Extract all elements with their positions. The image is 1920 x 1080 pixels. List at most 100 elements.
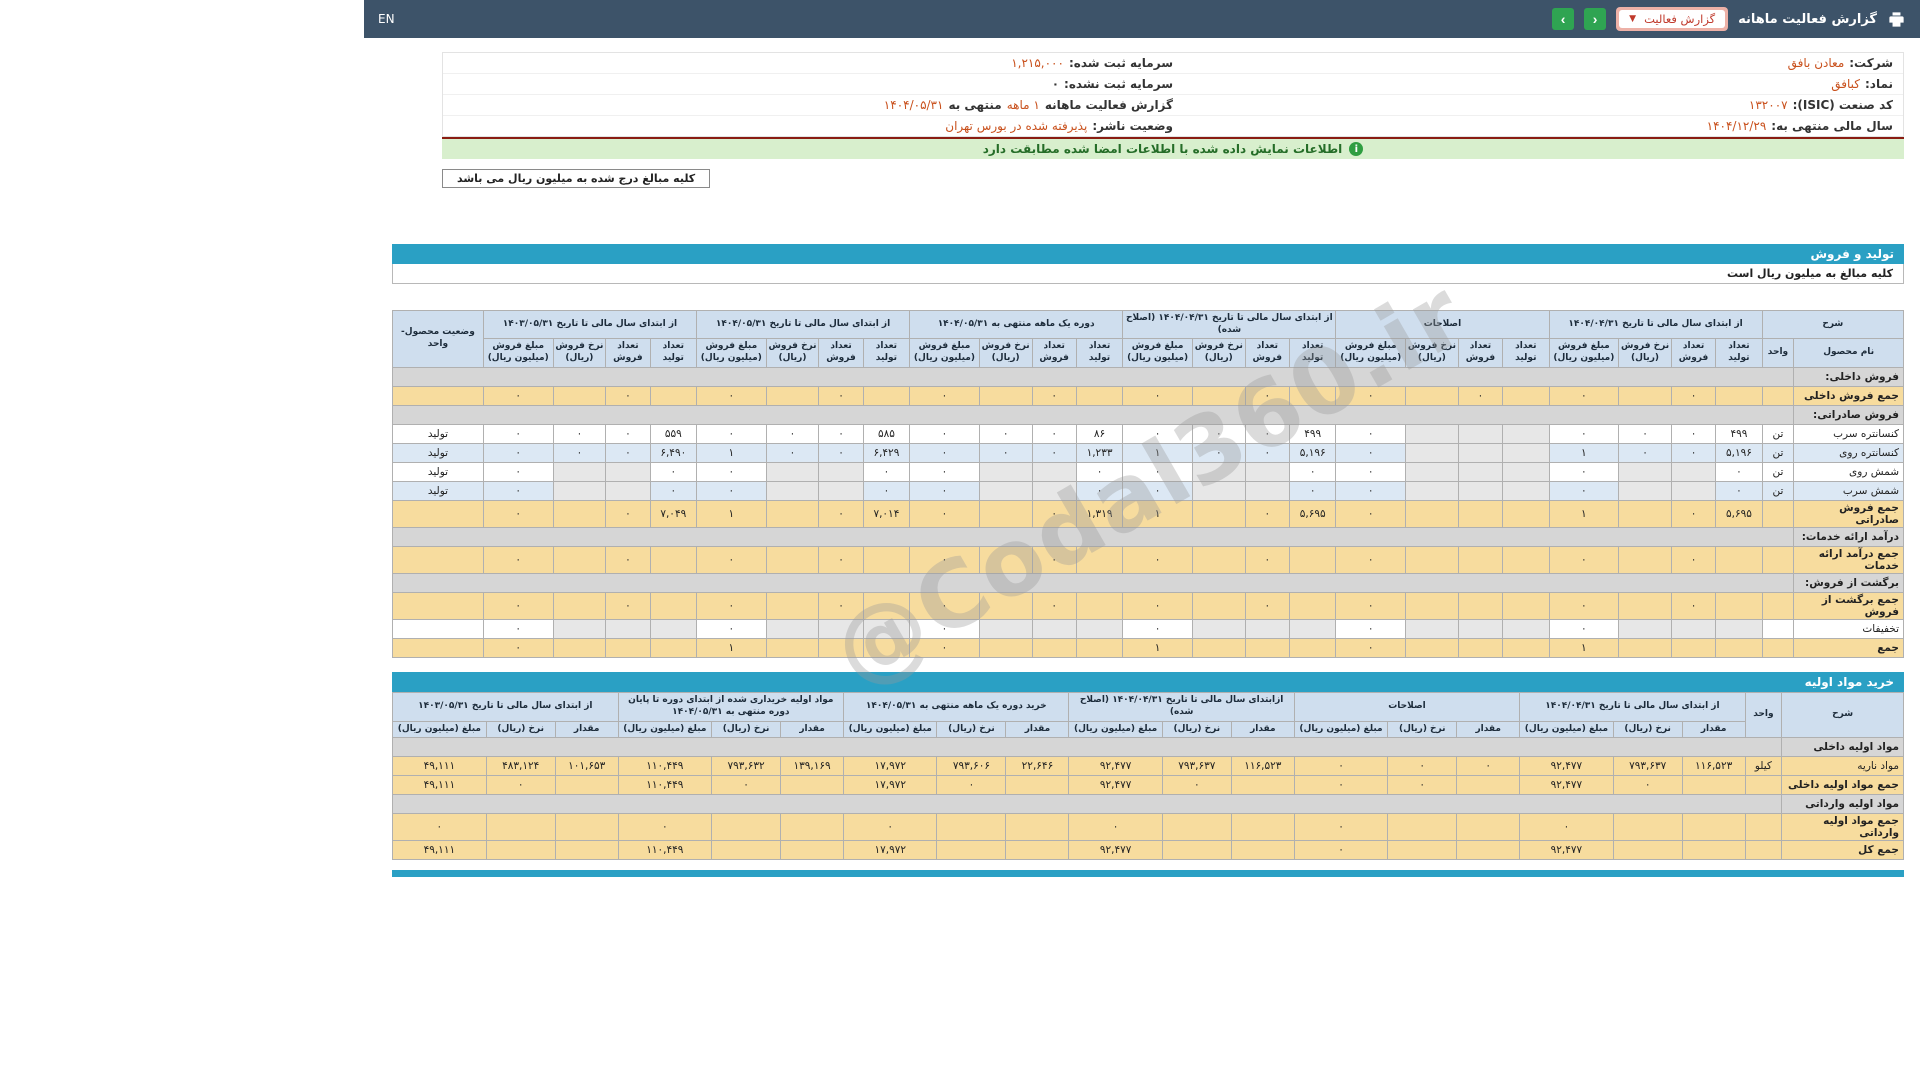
value-cell [552, 619, 607, 640]
value-cell [554, 840, 619, 861]
column-subheader: مقدار [1005, 720, 1070, 739]
info-value: ۱۴۰۴/۰۵/۳۱ [883, 98, 944, 112]
info-value: ۱,۲۱۵,۰۰۰ [1011, 56, 1064, 70]
value-cell: ۰ [818, 499, 864, 528]
prev-report-button[interactable]: ‹ [1584, 8, 1607, 30]
info-cell-right: کد صنعت (ISIC): ۱۳۲۰۰۷ [1173, 98, 1893, 112]
value-cell [862, 591, 911, 621]
value-cell: ۰ [1244, 499, 1290, 528]
value-cell [1191, 545, 1246, 575]
value-cell [552, 499, 607, 528]
value-cell: ۶,۴۹۰ [649, 442, 698, 463]
value-cell: ۰ [482, 423, 554, 444]
value-cell: ۰ [482, 619, 554, 640]
page-title: گزارش فعالیت ماهانه [1738, 11, 1877, 27]
value-cell: ۰ [909, 591, 980, 621]
value-cell [1681, 775, 1746, 796]
value-cell [1031, 638, 1077, 659]
value-cell: ۱۱۰,۴۴۹ [617, 840, 713, 861]
value-cell [1457, 423, 1504, 444]
value-cell [1387, 813, 1458, 842]
next-report-button[interactable]: › [1552, 8, 1575, 30]
report-type-select[interactable]: گزارش فعالیت ▼ [1616, 7, 1729, 31]
column-subheader: مبلغ فروش (میلیون ریال) [482, 338, 554, 368]
value-cell [605, 619, 651, 640]
status-cell: تولید [392, 423, 484, 444]
section-spacer [391, 366, 1795, 387]
value-cell: ۸۶ [1075, 423, 1124, 444]
report-select-value: گزارش فعالیت [1644, 12, 1716, 26]
value-cell: ۰ [1335, 385, 1407, 406]
value-cell [1031, 480, 1077, 501]
info-value: معادن بافق [1787, 56, 1845, 70]
table-row: مواد ناریه کیلو ۱۱۶,۵۲۳ ۷۹۳,۶۳۷ ۹۲,۴۷۷ ۰ ۰ ۰ ۱۱۶… [392, 756, 1904, 777]
value-cell: ۰ [1244, 442, 1290, 463]
value-cell [1075, 619, 1124, 640]
value-cell [1670, 619, 1717, 640]
value-cell: ۰ [909, 385, 980, 406]
value-cell [1005, 775, 1070, 796]
table-row: کنسانتره سرب تن ۴۹۹ ۰ ۰ ۰ ۰ ۴۹۹ ۰ ۰ ۰ ۸۶ ۰ ۰ ۰ ۵۸۵ ۰ ۰ ۰ ۵۵… [392, 423, 1904, 444]
value-cell [649, 638, 698, 659]
value-cell: ۰ [1244, 423, 1290, 444]
value-cell [1457, 545, 1504, 575]
value-cell: ۰ [1548, 385, 1620, 406]
value-cell: ۱,۳۱۹ [1075, 499, 1124, 528]
value-cell: ۰ [1715, 480, 1763, 501]
value-cell: ۱۱۰,۴۴۹ [617, 756, 713, 777]
value-cell: ۰ [1387, 775, 1458, 796]
value-cell: ۰ [1161, 775, 1232, 796]
status-cell: تولید [392, 442, 484, 463]
value-cell: ۰ [765, 442, 820, 463]
value-cell: ۰ [482, 638, 554, 659]
value-cell [1005, 840, 1070, 861]
column-group-header: از ابتدای سال مالی تا تاریخ ۱۴۰۳/۰۵/۳۱ [392, 692, 619, 722]
value-cell [552, 385, 607, 406]
row-label: تخفیفات [1793, 619, 1904, 640]
value-cell [1244, 638, 1290, 659]
column-header-desc: شرح [1781, 692, 1904, 739]
value-cell: ۰ [1457, 385, 1504, 406]
value-cell [1230, 775, 1295, 796]
value-cell: ۰ [1122, 480, 1193, 501]
print-icon[interactable] [1887, 10, 1906, 29]
column-subheader: مبلغ فروش (میلیون ریال) [1548, 338, 1620, 368]
company-info-rows: شرکت: معادن بافق سرمایه ثبت شده: ۱,۲۱۵,۰۰۰ ن… [442, 52, 1904, 137]
info-value: ۱۴۰۴/۱۲/۲۹ [1706, 119, 1767, 133]
value-cell: ۰ [818, 423, 864, 444]
value-cell [552, 461, 607, 482]
value-cell: ۰ [1288, 461, 1337, 482]
value-cell [765, 480, 820, 501]
table-row: جمع برگشت از فروش ۰ ۰ ۰ ۰ ۰ ۰ ۰ ۰ ۰ ۰ ۰ [392, 591, 1904, 621]
value-cell: ۰ [1618, 442, 1672, 463]
row-label: جمع فروش صادراتی [1793, 499, 1904, 528]
value-cell: ۰ [605, 591, 651, 621]
value-cell [605, 480, 651, 501]
value-cell [552, 480, 607, 501]
column-subheader: تعداد فروش [1031, 338, 1077, 368]
value-cell [1681, 840, 1746, 861]
value-cell: ۰ [1670, 423, 1717, 444]
amounts-unit-note: کلیه مبالغ درج شده به میلیون ریال می باش… [442, 169, 711, 188]
value-cell: ۰ [485, 775, 556, 796]
column-subheader: مقدار [1681, 720, 1746, 739]
value-cell: ۱ [1548, 442, 1620, 463]
value-cell: ۷۹۳,۶۳۷ [1161, 756, 1232, 777]
value-cell: ۹۲,۴۷۷ [1068, 756, 1163, 777]
value-cell: ۱ [1548, 499, 1620, 528]
language-toggle[interactable]: EN [378, 12, 395, 26]
value-cell [1618, 545, 1672, 575]
section-label: مواد اولیه وارداتی [1781, 794, 1904, 815]
value-cell: ۰ [1335, 619, 1407, 640]
value-cell [711, 840, 782, 861]
value-cell [1456, 775, 1521, 796]
column-header-unit: واحد [1761, 338, 1795, 368]
table-row: تخفیفات ۰ ۰ ۰ ۰ ۰ ۰ [392, 619, 1904, 640]
value-cell [1405, 423, 1459, 444]
value-cell: ۱۰۱,۶۵۳ [554, 756, 619, 777]
value-cell: ۵۵۹ [649, 423, 698, 444]
info-label: سرمایه ثبت شده: [1068, 56, 1173, 70]
value-cell: ۰ [1031, 591, 1077, 621]
row-label: جمع مواد اولیه داخلی [1781, 775, 1904, 796]
value-cell: ۰ [1548, 480, 1620, 501]
